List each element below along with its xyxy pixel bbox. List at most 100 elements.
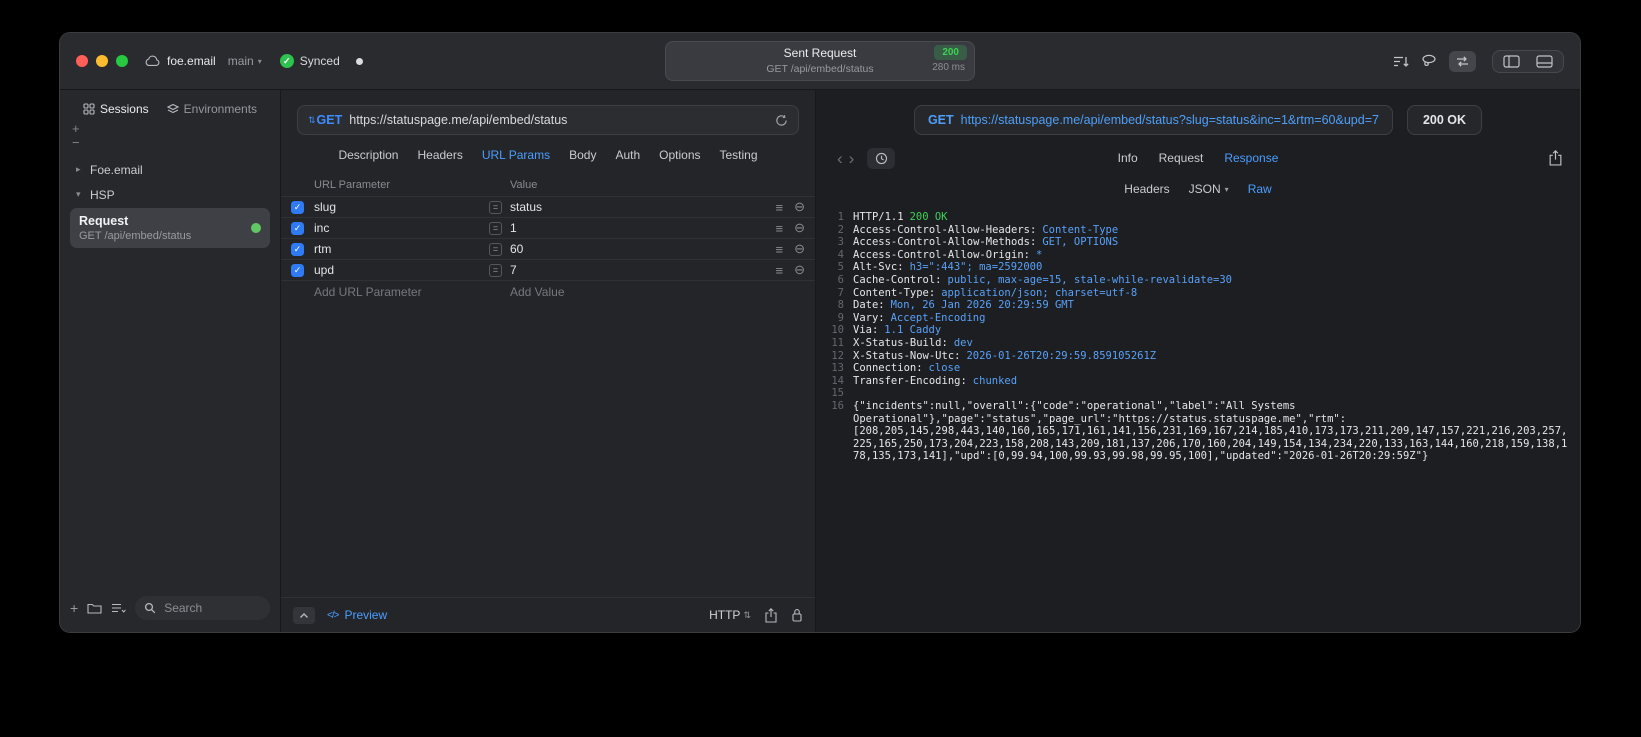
sync-status[interactable]: ✓ Synced [279, 54, 340, 68]
preview-button[interactable]: </> Preview [327, 608, 387, 622]
share-icon[interactable] [765, 607, 777, 623]
request-url-bar[interactable]: ⇅ GET https://statuspage.me/api/embed/st… [297, 105, 799, 135]
history-clock-icon[interactable] [867, 147, 896, 169]
tab-sessions[interactable]: Sessions [83, 102, 149, 116]
request-tabs: Description Headers URL Params Body Auth… [281, 148, 815, 162]
tab-request[interactable]: Request [1159, 151, 1204, 165]
chevron-down-icon: ▾ [1224, 184, 1229, 194]
drag-handle-icon[interactable]: ≡ [776, 242, 784, 257]
param-row-slug[interactable]: ✓ slug = status ≡ ⊖ [281, 197, 815, 218]
minimize-window-button[interactable] [96, 55, 108, 67]
tab-testing[interactable]: Testing [720, 148, 758, 162]
subtab-raw[interactable]: Raw [1248, 182, 1272, 196]
remove-row-icon[interactable]: ⊖ [794, 262, 805, 278]
line-number: 9 [837, 311, 844, 324]
close-window-button[interactable] [76, 55, 88, 67]
drag-handle-icon[interactable]: ≡ [776, 200, 784, 215]
line-number: 10 [831, 324, 844, 337]
add-request-button[interactable]: + [70, 601, 78, 615]
sidebar-group-foe-email[interactable]: ▸ Foe.email [70, 157, 270, 182]
export-response-icon[interactable] [1549, 150, 1562, 166]
toggle-bottom-panel-icon[interactable] [1528, 54, 1561, 68]
tab-url-params[interactable]: URL Params [482, 148, 550, 162]
param-name-cell[interactable]: slug [314, 200, 489, 214]
search-input[interactable] [162, 600, 261, 616]
unsaved-indicator-dot [355, 57, 363, 65]
param-value-cell[interactable]: 60 [510, 242, 776, 256]
drag-handle-icon[interactable]: ≡ [776, 221, 784, 236]
tab-info[interactable]: Info [1118, 151, 1138, 165]
sidebar-group-hsp[interactable]: ▾ HSP [70, 182, 270, 207]
chevron-right-icon: ▸ [76, 164, 81, 174]
subtab-headers[interactable]: Headers [1124, 182, 1169, 196]
param-row-inc[interactable]: ✓ inc = 1 ≡ ⊖ [281, 218, 815, 239]
tab-body[interactable]: Body [569, 148, 596, 162]
line-number: 4 [837, 248, 844, 261]
param-checkbox[interactable]: ✓ [291, 263, 304, 277]
request-status-pill[interactable]: Sent Request 200 GET /api/embed/status 2… [665, 41, 975, 81]
sidebar-item-request[interactable]: Request GET /api/embed/status [70, 208, 270, 248]
equals-icon: = [489, 242, 502, 256]
param-row-upd[interactable]: ✓ upd = 7 ≡ ⊖ [281, 260, 815, 281]
protocol-selector[interactable]: HTTP ⇅ [709, 608, 751, 622]
add-item-button[interactable]: + [72, 122, 270, 135]
tab-options[interactable]: Options [659, 148, 700, 162]
project-switcher[interactable]: foe.email [144, 54, 216, 68]
param-checkbox[interactable]: ✓ [291, 200, 304, 214]
response-url-box[interactable]: GET https://statuspage.me/api/embed/stat… [913, 105, 1393, 135]
method-selector[interactable]: ⇅ GET [308, 113, 342, 127]
header-name: X-Status-Build: [853, 336, 948, 349]
response-subtabs: Headers JSON ▾ Raw [816, 182, 1580, 196]
new-folder-icon[interactable] [87, 602, 102, 614]
param-value-cell[interactable]: 1 [510, 221, 776, 235]
sidebar-search[interactable] [135, 596, 270, 620]
remove-row-icon[interactable]: ⊖ [794, 241, 805, 257]
remove-row-icon[interactable]: ⊖ [794, 199, 805, 215]
tab-response[interactable]: Response [1224, 151, 1278, 165]
response-json-body: {"incidents":null,"overall":{"code":"ope… [853, 399, 1568, 463]
param-value-cell[interactable]: status [510, 200, 776, 214]
response-pane: GET https://statuspage.me/api/embed/stat… [816, 90, 1580, 632]
subtab-json[interactable]: JSON ▾ [1189, 182, 1229, 196]
history-back-icon[interactable]: ‹ [834, 150, 846, 167]
header-value: dev [953, 336, 973, 349]
branch-selector[interactable]: main ▾ [228, 54, 266, 68]
param-name-cell[interactable]: upd [314, 263, 489, 277]
tab-environments[interactable]: Environments [166, 102, 257, 116]
tab-auth[interactable]: Auth [615, 148, 640, 162]
zoom-window-button[interactable] [116, 55, 128, 67]
lock-icon[interactable] [791, 608, 803, 622]
header-name: Cache-Control: [853, 273, 942, 286]
tab-headers[interactable]: Headers [417, 148, 462, 162]
remove-item-button[interactable]: − [72, 136, 270, 149]
updown-arrows-icon: ⇅ [308, 114, 316, 125]
response-line: 11 X-Status-Build: dev [824, 337, 1570, 350]
equals-icon: = [489, 263, 502, 277]
tab-description[interactable]: Description [338, 148, 398, 162]
lasso-icon[interactable] [1421, 54, 1437, 68]
resend-icon[interactable] [775, 114, 788, 127]
drag-handle-icon[interactable]: ≡ [776, 263, 784, 278]
param-name-cell[interactable]: rtm [314, 242, 489, 256]
request-url-input[interactable]: https://statuspage.me/api/embed/status [349, 113, 567, 127]
add-value-placeholder[interactable]: Add Value [510, 285, 565, 299]
expand-panel-icon[interactable] [293, 606, 315, 624]
header-value: h3=":443"; ma=2592000 [909, 261, 1043, 274]
param-checkbox[interactable]: ✓ [291, 242, 304, 256]
add-parameter-placeholder[interactable]: Add URL Parameter [314, 285, 510, 299]
method-label: GET [316, 113, 343, 127]
swap-panes-icon[interactable] [1449, 50, 1476, 72]
group-label: HSP [90, 187, 115, 202]
param-name-cell[interactable]: inc [314, 221, 489, 235]
history-forward-icon[interactable]: › [846, 150, 858, 167]
param-checkbox[interactable]: ✓ [291, 221, 304, 235]
sort-lines-icon[interactable] [1393, 55, 1409, 68]
cloud-icon [144, 55, 161, 67]
view-options-icon[interactable] [111, 602, 126, 614]
header-value: Mon, 26 Jan 2026 20:29:59 GMT [890, 299, 1074, 312]
add-param-row[interactable]: Add URL Parameter Add Value [281, 281, 815, 302]
param-value-cell[interactable]: 7 [510, 263, 776, 277]
remove-row-icon[interactable]: ⊖ [794, 220, 805, 236]
toggle-left-panel-icon[interactable] [1495, 54, 1528, 68]
param-row-rtm[interactable]: ✓ rtm = 60 ≡ ⊖ [281, 239, 815, 260]
